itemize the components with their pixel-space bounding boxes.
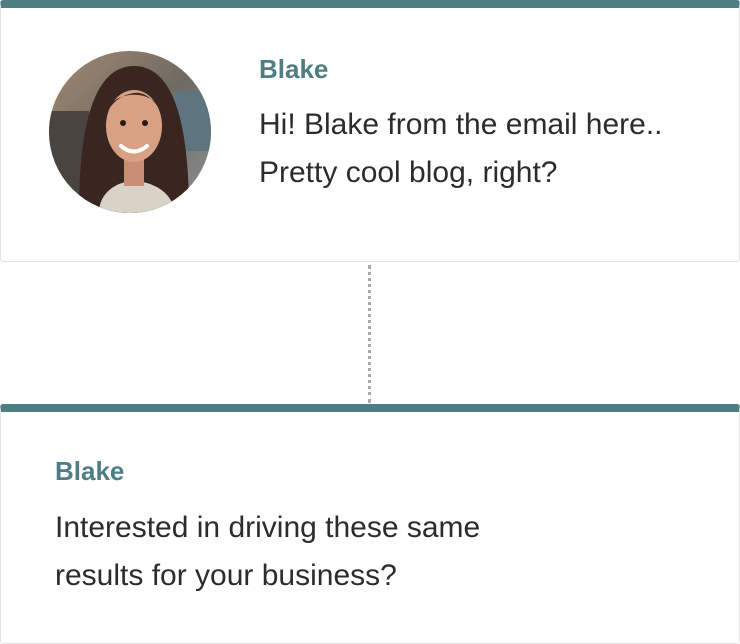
- sender-name: Blake: [55, 456, 125, 486]
- avatar-photo: [49, 51, 211, 213]
- message-line: Hi! Blake from the email here..: [259, 108, 663, 141]
- dotted-connector: [368, 265, 371, 403]
- message-text: Interested in driving these same results…: [55, 504, 480, 600]
- second-message-card: Blake Interested in driving these same r…: [0, 404, 740, 644]
- message-line: results for your business?: [55, 559, 397, 592]
- message-line: Pretty cool blog, right?: [259, 156, 558, 189]
- first-message-card: Blake Hi! Blake from the email here.. Pr…: [0, 0, 740, 262]
- sender-name: Blake: [259, 54, 329, 84]
- message-text: Hi! Blake from the email here.. Pretty c…: [259, 101, 663, 197]
- avatar: [49, 51, 211, 213]
- message-line: Interested in driving these same: [55, 511, 481, 544]
